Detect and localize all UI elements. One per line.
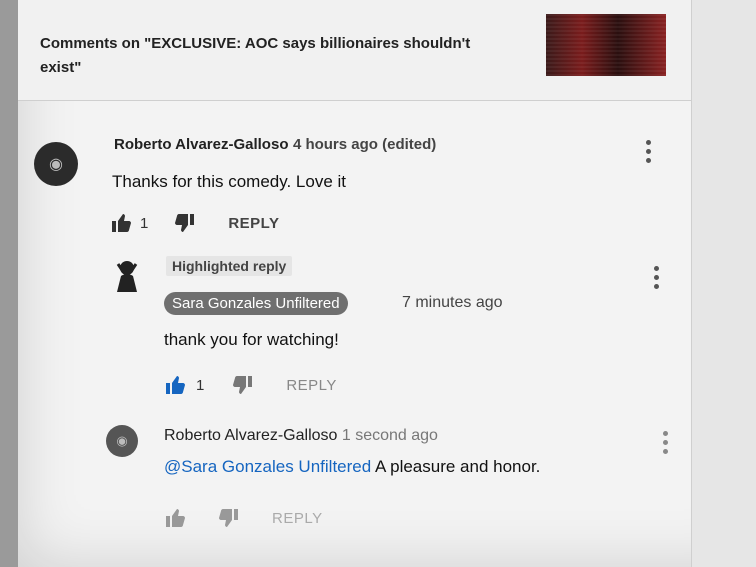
reply-button[interactable]: REPLY [272, 510, 323, 527]
comment-author[interactable]: Roberto Alvarez-Galloso [164, 427, 337, 444]
like-button[interactable] [164, 507, 188, 529]
like-count: 1 [196, 376, 205, 394]
dot [645, 158, 651, 163]
avatar-icon: ◉ [49, 156, 63, 173]
dot [653, 275, 659, 280]
comments-title: Comments on "EXCLUSIVE: AOC says billion… [40, 35, 471, 76]
like-button[interactable] [164, 374, 188, 396]
comment-body: A pleasure and honor. [374, 457, 541, 476]
panel-edge [691, 0, 756, 567]
avatar-icon: ◉ [116, 433, 128, 448]
reply-button[interactable]: REPLY [286, 377, 337, 394]
thumbs-down-icon [219, 509, 238, 527]
dot [653, 284, 659, 289]
comment-menu-button[interactable] [662, 431, 668, 454]
comment-time[interactable]: 7 minutes ago [402, 294, 503, 312]
channel-owner-badge[interactable]: Sara Gonzales Unfiltered [164, 292, 348, 315]
comment-actions: 1 REPLY [164, 374, 337, 396]
avatar[interactable]: ◉ [106, 425, 138, 457]
reply-button[interactable]: REPLY [228, 215, 279, 232]
comment-author[interactable]: Roberto Alvarez-Galloso [114, 136, 288, 153]
thumbs-down-icon [175, 214, 195, 232]
dot [645, 140, 651, 145]
screen-bezel [0, 0, 18, 567]
person-silhouette-icon [116, 261, 138, 292]
comment-actions: REPLY [164, 507, 323, 529]
dislike-button[interactable] [172, 212, 196, 234]
comment: ◉ Roberto Alvarez-Galloso 4 hours ago (e… [18, 120, 692, 250]
avatar[interactable] [112, 258, 142, 292]
highlighted-reply-badge: Highlighted reply [166, 256, 293, 276]
thumbs-down-icon [233, 376, 253, 394]
comment-actions: 1 REPLY [110, 212, 279, 234]
reply-comment: ◉ Roberto Alvarez-Galloso 1 second ago @… [18, 415, 692, 555]
thumbs-up-icon [112, 214, 131, 232]
avatar[interactable]: ◉ [34, 142, 78, 186]
comment-text: @Sara Gonzales Unfiltered A pleasure and… [164, 457, 540, 477]
comment-text: Thanks for this comedy. Love it [112, 172, 347, 191]
comment-menu-button[interactable] [645, 140, 651, 163]
video-thumbnail[interactable] [546, 14, 666, 76]
comment-text: thank you for watching! [164, 330, 339, 349]
comment-menu-button[interactable] [653, 266, 659, 289]
dot [662, 431, 668, 436]
dot [645, 149, 651, 154]
comment-time[interactable]: 1 second ago [342, 427, 438, 444]
reply-comment: Highlighted reply Sara Gonzales Unfilter… [18, 250, 692, 410]
comment-time[interactable]: 4 hours ago (edited) [293, 136, 436, 153]
like-button[interactable] [110, 212, 134, 234]
dot [662, 449, 668, 454]
thumbs-up-icon [166, 509, 185, 527]
like-count: 1 [140, 214, 149, 232]
thumbs-up-icon [166, 376, 185, 394]
mention-link[interactable]: @Sara Gonzales Unfiltered [164, 457, 371, 476]
dislike-button[interactable] [216, 507, 240, 529]
comments-panel: Comments on "EXCLUSIVE: AOC says billion… [18, 0, 756, 567]
dislike-button[interactable] [230, 374, 254, 396]
comments-header: Comments on "EXCLUSIVE: AOC says billion… [18, 0, 692, 101]
dot [662, 440, 668, 445]
dot [653, 266, 659, 271]
